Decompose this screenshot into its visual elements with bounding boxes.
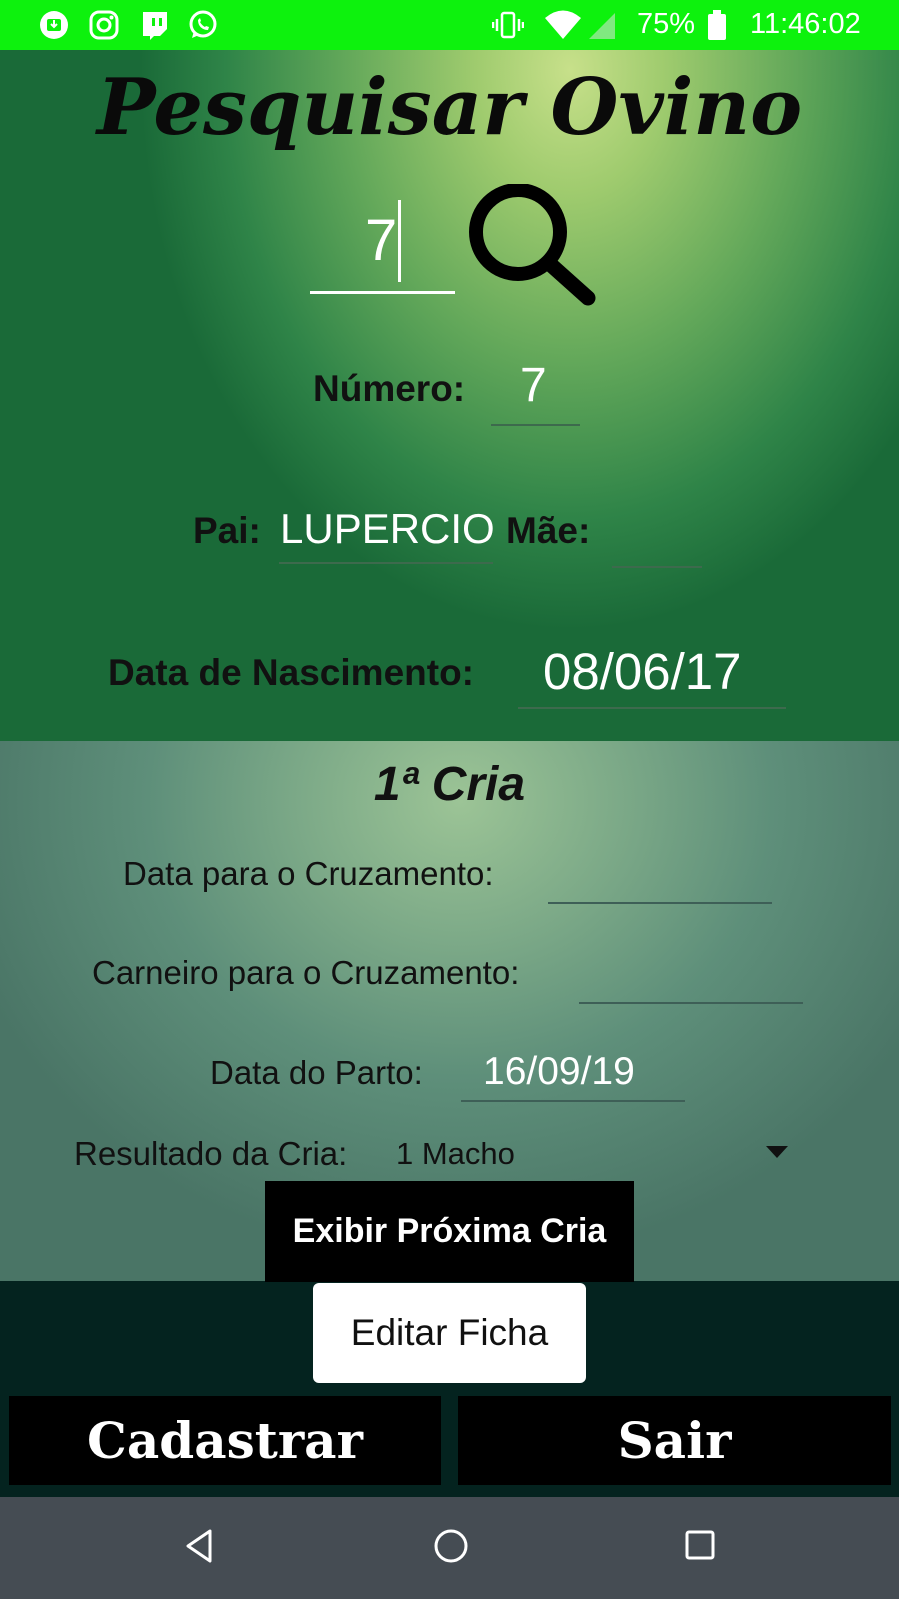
- wifi-icon: [545, 10, 581, 39]
- cruzamento-underline: [548, 902, 772, 904]
- numero-underline: [491, 424, 580, 426]
- search-icon[interactable]: [462, 184, 598, 306]
- page-title: Pesquisar Ovino: [96, 62, 803, 153]
- carneiro-underline: [579, 1002, 803, 1004]
- parto-label: Data do Parto:: [210, 1054, 423, 1091]
- dropdown-arrow-icon: [766, 1146, 788, 1158]
- pai-underline: [279, 562, 493, 564]
- mae-underline: [612, 566, 702, 568]
- search-input[interactable]: 7: [310, 195, 455, 295]
- numero-field[interactable]: 7: [520, 358, 547, 413]
- resultado-label: Resultado da Cria:: [74, 1135, 348, 1172]
- nascimento-label: Data de Nascimento:: [108, 652, 474, 693]
- carneiro-label: Carneiro para o Cruzamento:: [92, 954, 520, 991]
- status-bar: 75% 11:46:02: [0, 0, 899, 50]
- pai-field[interactable]: LUPERCIO: [280, 505, 495, 553]
- search-input-underline: [310, 291, 455, 294]
- home-icon[interactable]: [433, 1528, 469, 1564]
- mae-label: Mãe:: [506, 510, 591, 551]
- clock: 11:46:02: [750, 8, 861, 40]
- parto-field[interactable]: 16/09/19: [483, 1050, 635, 1094]
- nascimento-field[interactable]: 08/06/17: [543, 642, 742, 701]
- search-input-value: 7: [365, 208, 398, 273]
- numero-label: Número:: [313, 368, 466, 409]
- resultado-selected: 1 Macho: [396, 1136, 515, 1171]
- battery-percent: 75%: [637, 8, 696, 40]
- navigation-bar: [0, 1497, 899, 1599]
- pai-label: Pai:: [193, 510, 261, 551]
- register-button[interactable]: Cadastrar: [9, 1396, 441, 1485]
- instagram-icon: [89, 10, 119, 40]
- cruzamento-label: Data para o Cruzamento:: [123, 855, 494, 892]
- vibrate-icon: [492, 11, 524, 39]
- recents-icon[interactable]: [685, 1530, 715, 1560]
- text-cursor: [398, 200, 401, 282]
- nascimento-underline: [518, 707, 786, 709]
- parto-underline: [461, 1100, 685, 1102]
- exit-button[interactable]: Sair: [458, 1396, 891, 1485]
- resultado-dropdown[interactable]: 1 Macho: [390, 1128, 800, 1178]
- show-next-cria-button[interactable]: Exibir Próxima Cria: [265, 1181, 634, 1282]
- download-icon: [40, 11, 68, 39]
- back-icon[interactable]: [184, 1528, 214, 1564]
- cria-title: 1ª Cria: [373, 758, 526, 811]
- edit-record-button[interactable]: Editar Ficha: [313, 1283, 586, 1383]
- whatsapp-icon: [189, 10, 217, 38]
- twitch-icon: [143, 12, 167, 40]
- battery-icon: [708, 10, 726, 40]
- signal-icon: [589, 13, 615, 39]
